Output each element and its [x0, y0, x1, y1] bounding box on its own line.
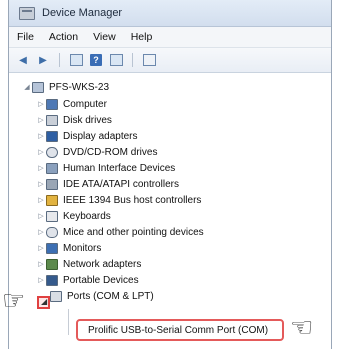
computer-root-icon — [32, 81, 44, 93]
tree-root-label: PFS-WKS-23 — [49, 81, 110, 93]
display-adapter-icon — [46, 130, 58, 142]
com-port-label: Prolific USB-to-Serial Comm Port (COM) — [88, 324, 269, 336]
forward-arrow-icon[interactable]: ▶ — [35, 52, 51, 68]
expand-arrow-icon[interactable]: ▷ — [36, 100, 46, 108]
tree-item-ide-controllers[interactable]: ▷ IDE ATA/ATAPI controllers — [36, 176, 179, 192]
ports-expand-toggle[interactable]: ◢ — [37, 296, 50, 309]
keyboard-icon — [46, 210, 58, 222]
tree-item-label: Mice and other pointing devices — [63, 226, 204, 238]
tree-item-ports[interactable]: Ports (COM & LPT) — [50, 288, 154, 304]
device-manager-icon — [19, 6, 35, 20]
details-icon[interactable] — [108, 52, 124, 68]
expand-arrow-icon[interactable]: ▷ — [36, 164, 46, 172]
tree-item-network-adapters[interactable]: ▷ Network adapters — [36, 256, 141, 272]
tree-item-label: Human Interface Devices — [63, 162, 176, 174]
tree-item-label: Display adapters — [63, 130, 138, 142]
tree-item-display-adapters[interactable]: ▷ Display adapters — [36, 128, 137, 144]
tree-item-portable-devices[interactable]: ▷ Portable Devices — [36, 272, 139, 288]
expand-arrow-icon[interactable]: ▷ — [36, 116, 46, 124]
expand-arrow-icon[interactable]: ▷ — [36, 132, 46, 140]
tree-item-label: DVD/CD-ROM drives — [63, 146, 158, 158]
menu-help[interactable]: Help — [131, 31, 153, 43]
menu-action[interactable]: Action — [49, 31, 78, 43]
tree-item-ieee1394[interactable]: ▷ IEEE 1394 Bus host controllers — [36, 192, 201, 208]
tree-item-mice[interactable]: ▷ Mice and other pointing devices — [36, 224, 204, 240]
tree-item-keyboards[interactable]: ▷ Keyboards — [36, 208, 111, 224]
expand-arrow-icon[interactable]: ▷ — [36, 260, 46, 268]
ieee1394-icon — [46, 194, 58, 206]
network-adapter-icon — [46, 258, 58, 270]
ide-controller-icon — [46, 178, 58, 190]
collapse-arrow-icon[interactable]: ◢ — [22, 83, 32, 91]
computer-icon — [46, 98, 58, 110]
port-icon — [50, 290, 62, 302]
tree-item-label: Keyboards — [63, 210, 111, 222]
menu-bar: File Action View Help — [9, 27, 331, 48]
mouse-icon — [46, 226, 58, 238]
expand-arrow-icon[interactable]: ▷ — [36, 244, 46, 252]
title-bar: Device Manager — [9, 0, 331, 27]
dvd-drive-icon — [46, 146, 58, 158]
prolific-com-port-item[interactable]: Prolific USB-to-Serial Comm Port (COM) — [76, 319, 284, 341]
tree-item-monitors[interactable]: ▷ Monitors — [36, 240, 101, 256]
tree-item-label: Network adapters — [63, 258, 142, 270]
tree-item-label: Computer — [63, 98, 107, 110]
back-arrow-icon[interactable]: ◀ — [15, 52, 31, 68]
tree-root[interactable]: ◢ PFS-WKS-23 — [22, 79, 109, 95]
expand-arrow-icon[interactable]: ▷ — [36, 196, 46, 204]
hid-icon — [46, 162, 58, 174]
tree-connector-line — [68, 309, 69, 335]
tree-item-label: IEEE 1394 Bus host controllers — [63, 194, 202, 206]
tree-item-label: Disk drives — [63, 114, 112, 126]
tree-item-disk-drives[interactable]: ▷ Disk drives — [36, 112, 112, 128]
menu-view[interactable]: View — [93, 31, 116, 43]
expand-arrow-icon[interactable]: ▷ — [36, 180, 46, 188]
expand-arrow-icon[interactable]: ▷ — [36, 276, 46, 284]
pointing-hand-icon: ☞ — [2, 285, 26, 315]
expand-arrow-icon[interactable]: ▷ — [36, 148, 46, 156]
tree-item-dvd-drives[interactable]: ▷ DVD/CD-ROM drives — [36, 144, 157, 160]
tree-item-label: Ports (COM & LPT) — [67, 290, 154, 302]
toolbar-separator — [132, 53, 133, 67]
tree-item-label: Portable Devices — [63, 274, 139, 286]
tree-item-computer[interactable]: ▷ Computer — [36, 96, 107, 112]
portable-device-icon — [46, 274, 58, 286]
toolbar: ◀ ▶ ? — [9, 48, 331, 73]
menu-file[interactable]: File — [17, 31, 34, 43]
expand-arrow-icon[interactable]: ▷ — [36, 228, 46, 236]
properties-icon[interactable] — [68, 52, 84, 68]
toolbar-separator — [59, 53, 60, 67]
tree-item-label: Monitors — [63, 242, 102, 254]
scan-hardware-icon[interactable] — [141, 52, 157, 68]
expanded-arrow-icon: ◢ — [41, 297, 48, 306]
expand-arrow-icon[interactable]: ▷ — [36, 212, 46, 220]
tree-item-label: IDE ATA/ATAPI controllers — [63, 178, 179, 190]
monitor-icon — [46, 242, 58, 254]
disk-drive-icon — [46, 114, 58, 126]
pointing-hand-icon: ☞ — [290, 312, 314, 342]
window-title: Device Manager — [42, 7, 123, 19]
help-icon[interactable]: ? — [88, 52, 104, 68]
tree-item-hid[interactable]: ▷ Human Interface Devices — [36, 160, 175, 176]
